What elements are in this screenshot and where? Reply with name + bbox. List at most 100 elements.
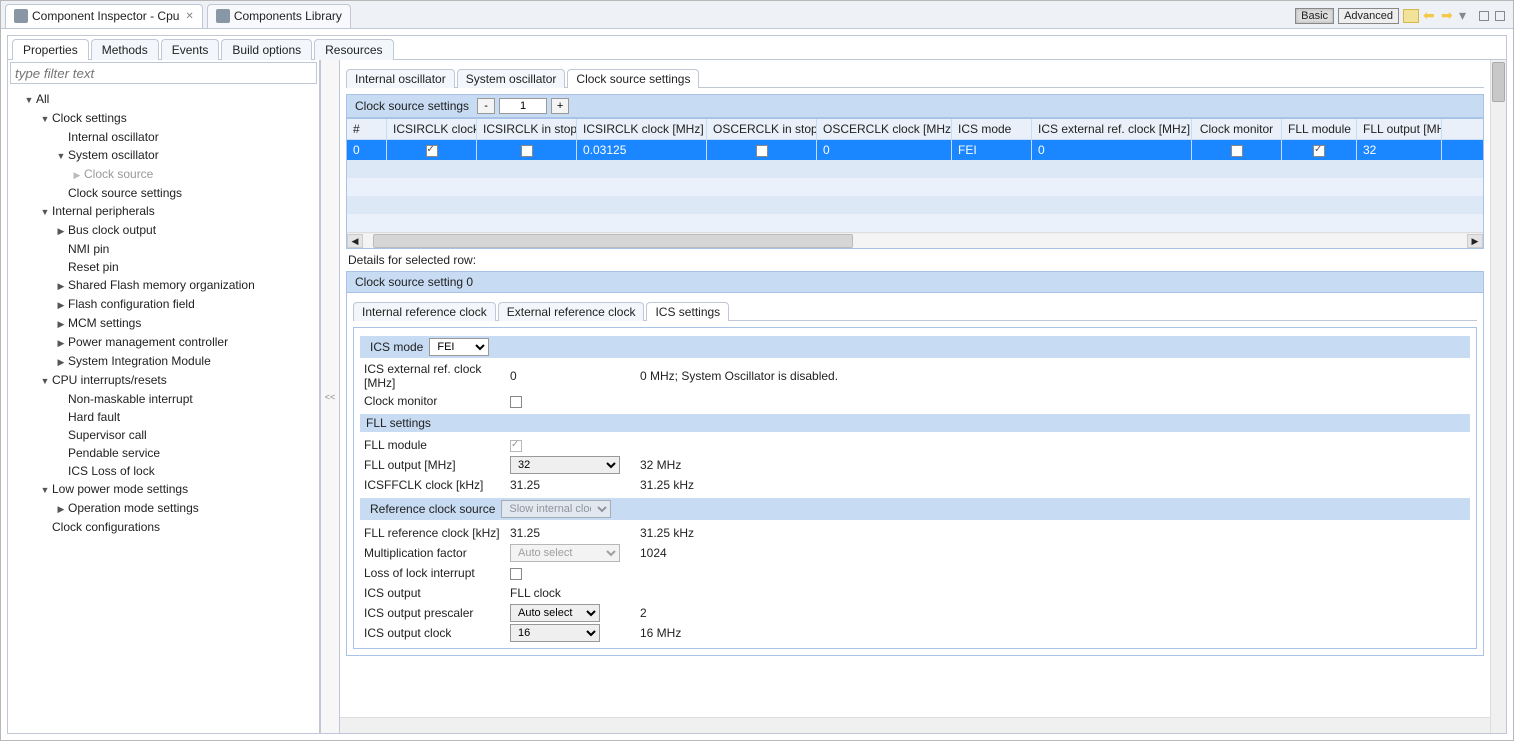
checkbox-icon[interactable] bbox=[1231, 145, 1243, 157]
col-ics-ext-ref[interactable]: ICS external ref. clock [MHz] bbox=[1032, 119, 1192, 139]
tree-ics-loss-lock[interactable]: ICS Loss of lock bbox=[56, 462, 319, 480]
detail-section-header: Clock source setting 0 bbox=[346, 271, 1484, 293]
tab-resources[interactable]: Resources bbox=[314, 39, 393, 60]
bottom-scrollbar[interactable] bbox=[340, 717, 1506, 733]
horizontal-scrollbar[interactable]: ◀ ▶ bbox=[347, 232, 1483, 248]
tab-events[interactable]: Events bbox=[161, 39, 220, 60]
tree-hard-fault[interactable]: Hard fault bbox=[56, 408, 319, 426]
ics-prescaler-info: 2 bbox=[630, 606, 647, 620]
col-oscerclk-stop[interactable]: OSCERCLK in stop bbox=[707, 119, 817, 139]
ics-out-clock-select[interactable]: 16 bbox=[510, 624, 600, 642]
tab-internal-ref-clock[interactable]: Internal reference clock bbox=[353, 302, 496, 321]
clock-monitor-checkbox[interactable] bbox=[510, 396, 522, 408]
fll-settings-header: FLL settings bbox=[360, 414, 1470, 432]
tab-component-inspector[interactable]: Component Inspector - Cpu ✕ bbox=[5, 4, 203, 28]
nav-fwd-icon[interactable]: ➡ bbox=[1441, 7, 1455, 24]
fll-output-label: FLL output [MHz] bbox=[360, 458, 510, 472]
ics-output-label: ICS output bbox=[360, 586, 510, 600]
ics-settings-form: ICS mode FEI ICS external ref. clock [MH… bbox=[353, 327, 1477, 649]
count-minus-button[interactable]: - bbox=[477, 98, 495, 114]
editor-tab-bar: Component Inspector - Cpu ✕ Components L… bbox=[1, 1, 1513, 29]
checkbox-icon[interactable] bbox=[1313, 145, 1325, 157]
count-input[interactable] bbox=[499, 98, 547, 114]
tab-label: Components Library bbox=[234, 9, 342, 23]
tab-build-options[interactable]: Build options bbox=[221, 39, 312, 60]
mode-basic-button[interactable]: Basic bbox=[1295, 8, 1334, 24]
tree-clock-source-settings[interactable]: Clock source settings bbox=[56, 184, 319, 202]
tree-low-power[interactable]: Low power mode settings Operation mode s… bbox=[40, 480, 319, 518]
minimize-icon[interactable] bbox=[1479, 11, 1489, 21]
tree-nmi-pin[interactable]: NMI pin bbox=[56, 240, 319, 258]
splitter[interactable]: << bbox=[320, 60, 340, 733]
scroll-left-icon[interactable]: ◀ bbox=[347, 234, 363, 248]
col-ics-mode[interactable]: ICS mode bbox=[952, 119, 1032, 139]
view-menu-icon[interactable]: ▾ bbox=[1459, 7, 1473, 24]
tree-op-mode[interactable]: Operation mode settings bbox=[56, 499, 319, 518]
col-icsirclk-stop[interactable]: ICSIRCLK in stop bbox=[477, 119, 577, 139]
tree-flash-config[interactable]: Flash configuration field bbox=[56, 295, 319, 314]
tab-internal-oscillator[interactable]: Internal oscillator bbox=[346, 69, 455, 88]
tree-all[interactable]: All Clock settings Internal oscillator S… bbox=[24, 90, 319, 536]
table-row[interactable] bbox=[347, 214, 1483, 232]
fll-module-checkbox[interactable] bbox=[510, 440, 522, 452]
col-icsirclk-mhz[interactable]: ICSIRCLK clock [MHz] bbox=[577, 119, 707, 139]
fll-output-select[interactable]: 32 bbox=[510, 456, 620, 474]
vertical-scrollbar[interactable] bbox=[1490, 60, 1506, 733]
tree-reset-pin[interactable]: Reset pin bbox=[56, 258, 319, 276]
mode-advanced-button[interactable]: Advanced bbox=[1338, 8, 1399, 24]
tab-ics-settings[interactable]: ICS settings bbox=[646, 302, 729, 321]
table-row[interactable] bbox=[347, 196, 1483, 214]
filter-input[interactable] bbox=[10, 62, 317, 84]
tab-system-oscillator[interactable]: System oscillator bbox=[457, 69, 566, 88]
tree-supervisor-call[interactable]: Supervisor call bbox=[56, 426, 319, 444]
fll-ref-clock-label: FLL reference clock [kHz] bbox=[360, 526, 510, 540]
loss-lock-label: Loss of lock interrupt bbox=[360, 566, 510, 580]
table-row[interactable] bbox=[347, 178, 1483, 196]
col-clock-monitor[interactable]: Clock monitor bbox=[1192, 119, 1282, 139]
col-oscerclk-mhz[interactable]: OSCERCLK clock [MHz] bbox=[817, 119, 952, 139]
tree-bus-clock-output[interactable]: Bus clock output bbox=[56, 221, 319, 240]
tree-cpu-interrupts[interactable]: CPU interrupts/resets Non-maskable inter… bbox=[40, 371, 319, 480]
col-idx[interactable]: # bbox=[347, 119, 387, 139]
maximize-icon[interactable] bbox=[1495, 11, 1505, 21]
tree-mcm-settings[interactable]: MCM settings bbox=[56, 314, 319, 333]
tree-pendable-service[interactable]: Pendable service bbox=[56, 444, 319, 462]
tree-clock-settings[interactable]: Clock settings Internal oscillator Syste… bbox=[40, 109, 319, 202]
tree-clock-source[interactable]: Clock source bbox=[72, 165, 319, 184]
clock-source-settings-header: Clock source settings - + bbox=[346, 94, 1484, 118]
fll-ref-clock-value: 31.25 bbox=[510, 526, 630, 540]
scroll-right-icon[interactable]: ▶ bbox=[1467, 234, 1483, 248]
ics-mode-select[interactable]: FEI bbox=[429, 338, 489, 356]
ics-prescaler-select[interactable]: Auto select bbox=[510, 604, 600, 622]
tree-nmi[interactable]: Non-maskable interrupt bbox=[56, 390, 319, 408]
tab-clock-source-settings[interactable]: Clock source settings bbox=[567, 69, 699, 88]
ref-clock-src-select: Slow internal clock bbox=[501, 500, 611, 518]
col-fll-output[interactable]: FLL output [MHz] bbox=[1357, 119, 1442, 139]
tab-methods[interactable]: Methods bbox=[91, 39, 159, 60]
close-icon[interactable]: ✕ bbox=[185, 11, 193, 22]
tab-components-library[interactable]: Components Library bbox=[207, 4, 351, 28]
count-plus-button[interactable]: + bbox=[551, 98, 569, 114]
tab-properties[interactable]: Properties bbox=[12, 39, 89, 60]
checkbox-icon[interactable] bbox=[521, 145, 533, 157]
tree-shared-flash[interactable]: Shared Flash memory organization bbox=[56, 276, 319, 295]
tree-clock-configs[interactable]: Clock configurations bbox=[40, 518, 319, 536]
tree-internal-peripherals[interactable]: Internal peripherals Bus clock output NM… bbox=[40, 202, 319, 371]
table-row[interactable]: 0 0.03125 0 FEI 0 32 bbox=[347, 140, 1483, 160]
col-fll-module[interactable]: FLL module bbox=[1282, 119, 1357, 139]
tree-internal-oscillator[interactable]: Internal oscillator bbox=[56, 128, 319, 146]
fll-ref-clock-info: 31.25 kHz bbox=[630, 526, 694, 540]
tree-system-oscillator[interactable]: System oscillator Clock source bbox=[56, 146, 319, 184]
col-icsirclk-clock[interactable]: ICSIRCLK clock bbox=[387, 119, 477, 139]
loss-lock-checkbox[interactable] bbox=[510, 568, 522, 580]
checkbox-icon[interactable] bbox=[756, 145, 768, 157]
nav-back-icon[interactable]: ⬅ bbox=[1423, 7, 1437, 24]
ics-out-clock-info: 16 MHz bbox=[630, 626, 681, 640]
tree-power-mgmt[interactable]: Power management controller bbox=[56, 333, 319, 352]
tab-external-ref-clock[interactable]: External reference clock bbox=[498, 302, 645, 321]
table-row[interactable] bbox=[347, 160, 1483, 178]
nav-new-icon[interactable] bbox=[1403, 9, 1419, 23]
tree-sys-integration[interactable]: System Integration Module bbox=[56, 352, 319, 371]
ics-out-clock-label: ICS output clock bbox=[360, 626, 510, 640]
checkbox-icon[interactable] bbox=[426, 145, 438, 157]
